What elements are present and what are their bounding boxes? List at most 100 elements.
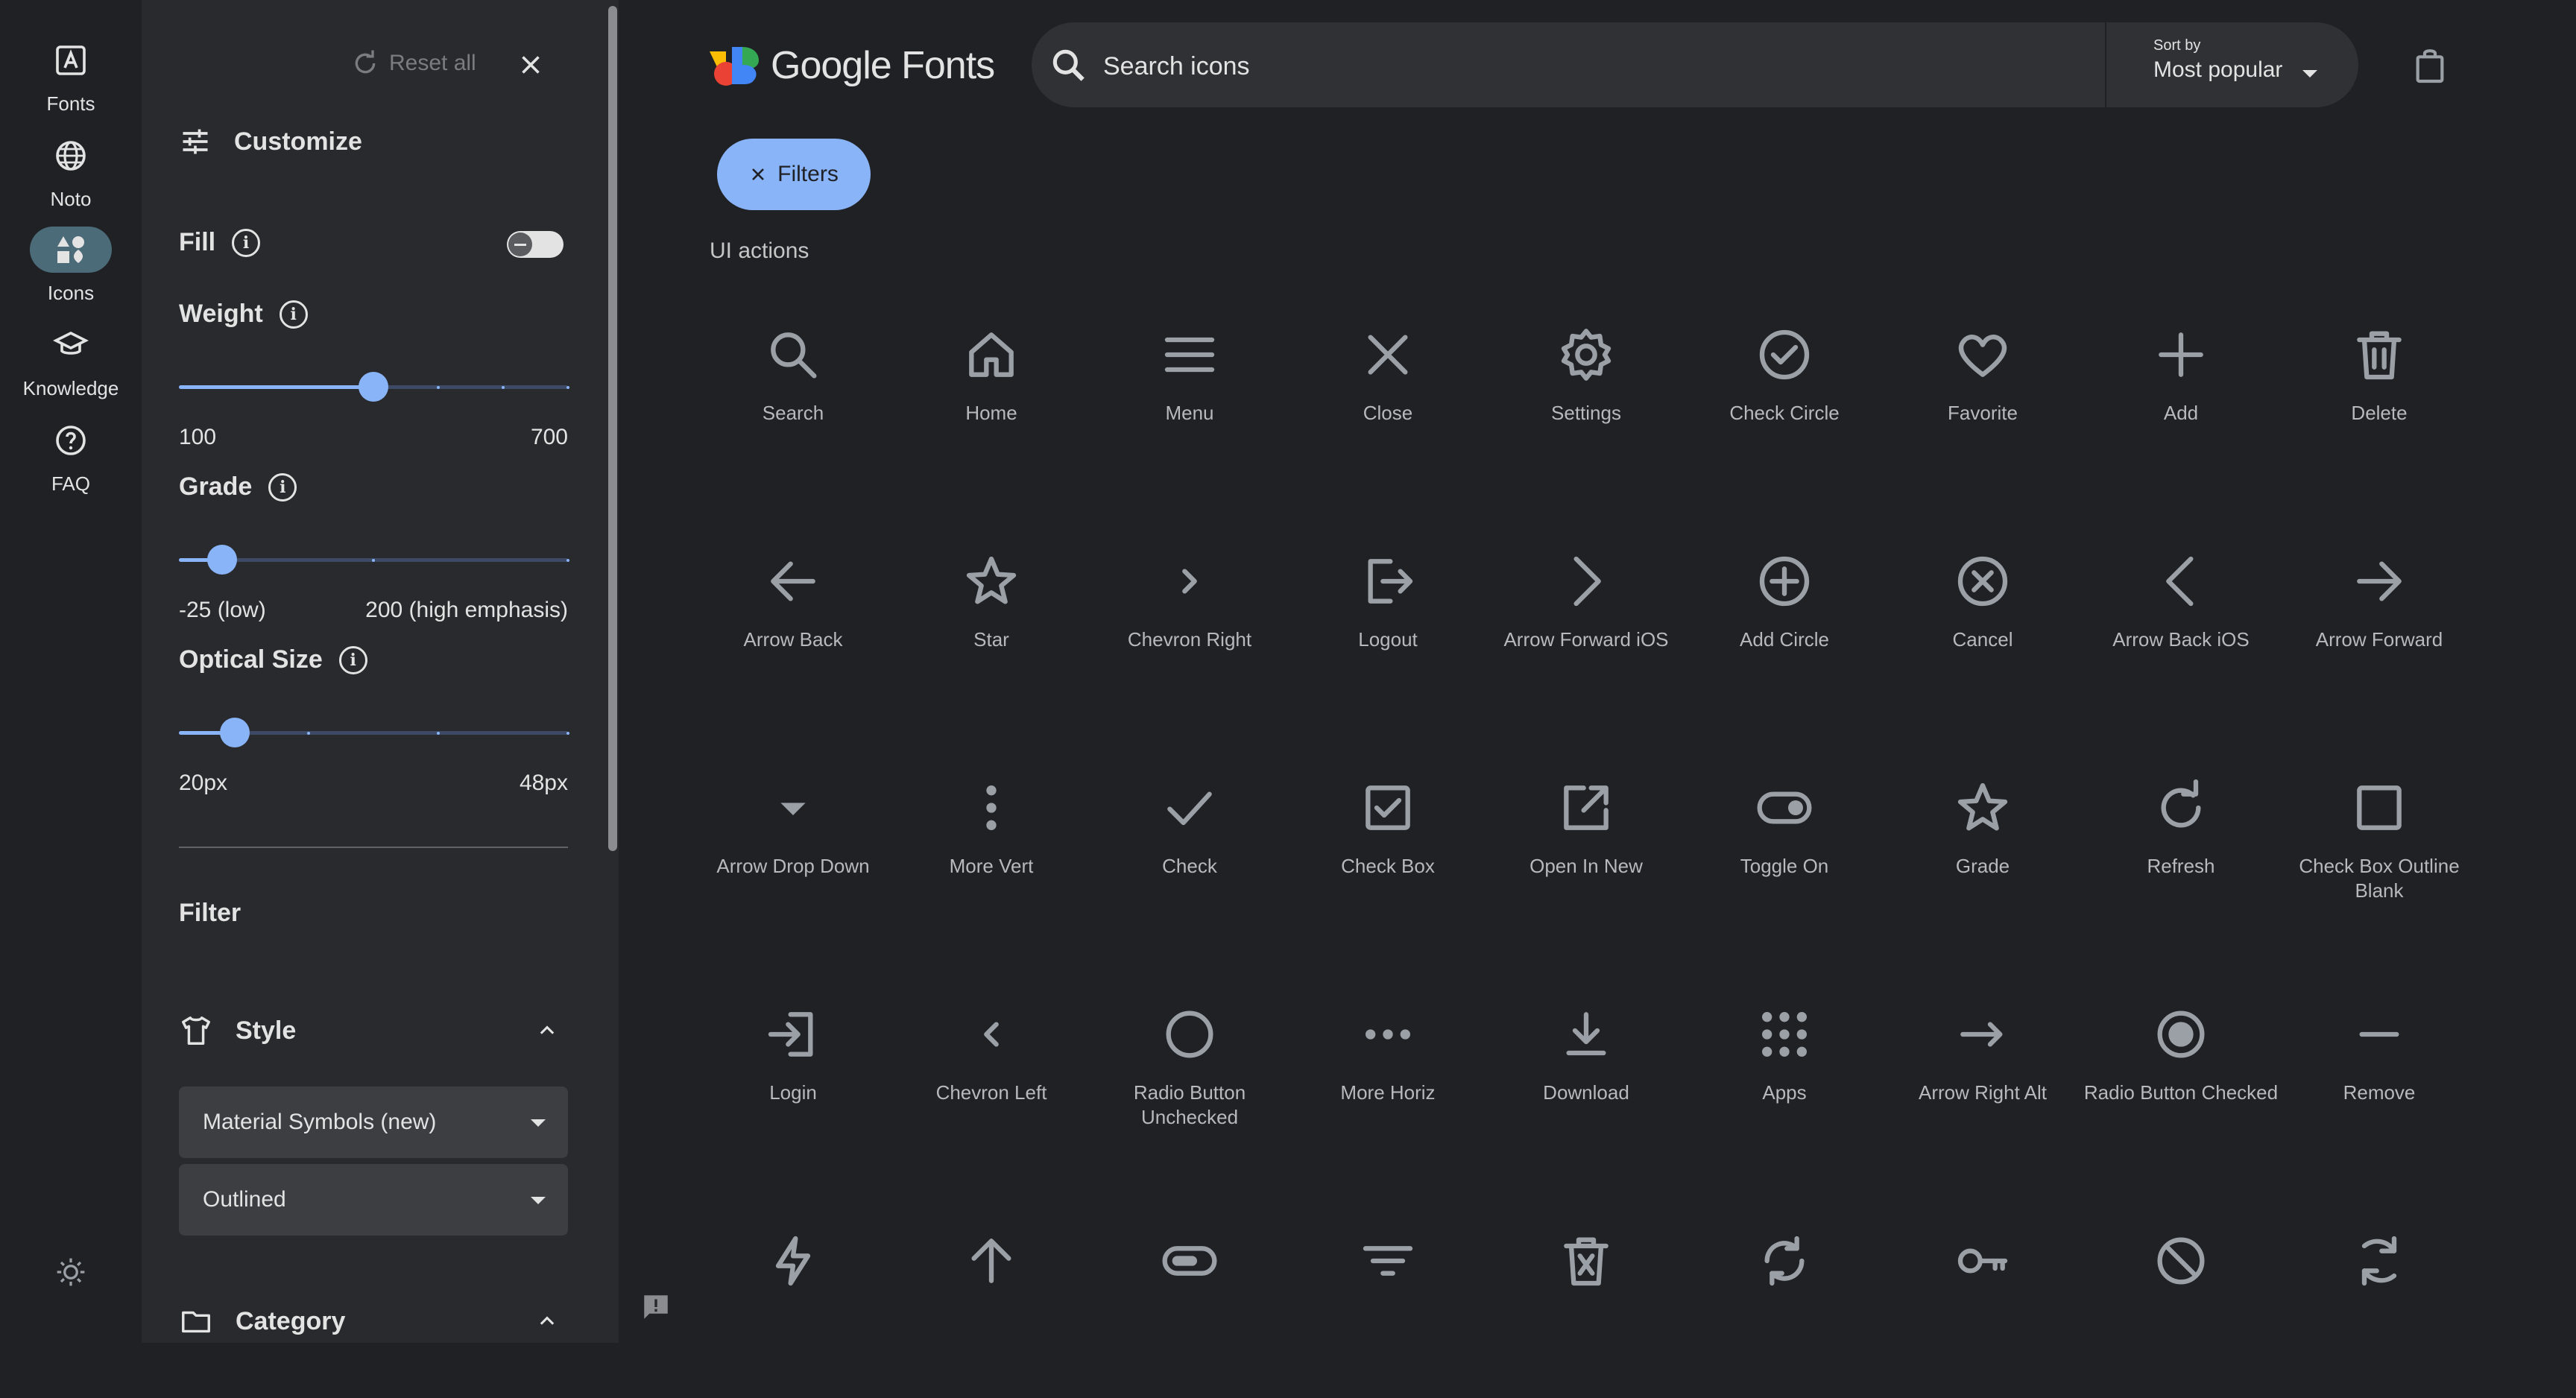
icon-tile[interactable]: Cancel	[1885, 525, 2080, 718]
icon-tile[interactable]: Add Circle	[1687, 525, 1882, 718]
category-section-header[interactable]: Category	[179, 1304, 345, 1338]
icon-tile[interactable]	[1092, 1204, 1287, 1398]
slider-tick	[307, 732, 310, 735]
icon-tile[interactable]: Grade	[1885, 751, 2080, 945]
icon-tile[interactable]	[695, 1204, 891, 1398]
icon-tile[interactable]: Settings	[1489, 298, 1684, 492]
icon-tile[interactable]	[1885, 1204, 2080, 1398]
icon-tile[interactable]: Open In New	[1489, 751, 1684, 945]
google-fonts-logo[interactable]: Google Fonts	[710, 43, 995, 88]
icon-tile[interactable]: Check Circle	[1687, 298, 1882, 492]
reset-all-button[interactable]: Reset all	[350, 45, 476, 82]
rail-item-knowledge[interactable]: Knowledge	[0, 322, 142, 411]
search-icon[interactable]	[1048, 45, 1090, 86]
icon-tile[interactable]: Arrow Forward iOS	[1489, 525, 1684, 718]
icon-tile[interactable]: Star	[894, 525, 1089, 718]
icon-tile[interactable]	[2282, 1204, 2477, 1398]
arrow-forward-ios-icon	[1573, 556, 1601, 607]
icon-tile[interactable]: Logout	[1290, 525, 1486, 718]
style-variant-select[interactable]: Outlined	[179, 1164, 568, 1236]
icon-tile[interactable]: Remove	[2282, 978, 2477, 1171]
optical-size-slider[interactable]	[179, 714, 569, 751]
panel-scrollbar[interactable]	[608, 6, 617, 851]
feedback-icon[interactable]	[638, 1289, 674, 1325]
rail-item-faq[interactable]: FAQ	[0, 417, 142, 507]
icon-name: Logout	[1358, 628, 1418, 651]
info-icon[interactable]: i	[232, 228, 261, 257]
sort-select[interactable]: Sort by Most popular	[2153, 37, 2355, 94]
chevron-up-icon[interactable]	[537, 1019, 558, 1040]
icon-tile[interactable]: Search	[695, 298, 891, 492]
refresh-icon	[355, 50, 376, 74]
icon-name: Menu	[1165, 402, 1214, 424]
icon-tile[interactable]: Chevron Left	[894, 978, 1089, 1171]
style-family-select[interactable]: Material Symbols (new)	[179, 1087, 568, 1158]
icon-tile[interactable]: Favorite	[1885, 298, 2080, 492]
slider-tick	[372, 559, 375, 562]
icon-tile[interactable]: More Horiz	[1290, 978, 1486, 1171]
icon-tile[interactable]: Arrow Back iOS	[2083, 525, 2279, 718]
icon-tile[interactable]: Apps	[1687, 978, 1882, 1171]
icon-tile[interactable]: More Vert	[894, 751, 1089, 945]
icon-tile[interactable]: Arrow Right Alt	[1885, 978, 2080, 1171]
close-panel-button[interactable]	[510, 46, 552, 83]
icon-tile[interactable]	[1489, 1204, 1684, 1398]
slider-thumb[interactable]	[219, 718, 250, 747]
rail-item-icons[interactable]: Icons	[0, 227, 142, 316]
icon-tile[interactable]: Refresh	[2083, 751, 2279, 945]
fill-toggle[interactable]	[507, 231, 564, 258]
icon-tile[interactable]: Check	[1092, 751, 1287, 945]
icon-name: Check Circle	[1729, 402, 1840, 424]
grade-min-label: -25 (low)	[179, 598, 266, 622]
icon-tile[interactable]: Close	[1290, 298, 1486, 492]
icon-tile[interactable]: Radio Button Unchecked	[1092, 978, 1287, 1171]
slider-tick	[372, 386, 375, 389]
home-icon	[969, 332, 1014, 377]
icon-tile[interactable]: Home	[894, 298, 1089, 492]
shopping-bag-icon[interactable]	[2409, 45, 2451, 86]
info-icon[interactable]: i	[279, 300, 308, 329]
icon-name: Download	[1543, 1081, 1629, 1104]
folder-icon	[182, 1311, 210, 1333]
icon-tile[interactable]: Chevron Right	[1092, 525, 1287, 718]
style-title: Style	[236, 1016, 297, 1045]
icon-tile[interactable]	[894, 1204, 1089, 1398]
page-scrollbar[interactable]	[2552, 0, 2576, 1343]
icon-tile[interactable]: Menu	[1092, 298, 1287, 492]
icon-tile[interactable]: Download	[1489, 978, 1684, 1171]
icon-name: Add	[2163, 402, 2199, 424]
logo-text: Google Fonts	[771, 44, 995, 87]
rail-item-fonts[interactable]: Fonts	[0, 37, 142, 127]
icon-name: Close	[1363, 402, 1413, 424]
icon-tile[interactable]: Login	[695, 978, 891, 1171]
icon-tile[interactable]: Check Box Outline Blank	[2282, 751, 2477, 945]
icon-tile[interactable]: Toggle On	[1687, 751, 1882, 945]
grade-icon	[1957, 782, 2008, 831]
style-family-value: Material Symbols (new)	[203, 1110, 437, 1134]
rail-item-noto[interactable]: Noto	[0, 133, 142, 222]
icon-tile[interactable]: Add	[2083, 298, 2279, 492]
icon-tile[interactable]: Arrow Forward	[2282, 525, 2477, 718]
slider-thumb[interactable]	[207, 545, 237, 575]
icon-name: Arrow Right Alt	[1919, 1081, 2047, 1104]
search-input[interactable]	[1102, 45, 1925, 88]
icon-tile[interactable]	[1687, 1204, 1882, 1398]
icon-tile[interactable]	[1290, 1204, 1486, 1398]
info-icon[interactable]: i	[268, 472, 297, 502]
icon-tile[interactable]: Delete	[2282, 298, 2477, 492]
info-icon[interactable]: i	[338, 645, 367, 674]
chevron-up-icon[interactable]	[537, 1310, 558, 1331]
icon-tile[interactable]: Check Box	[1290, 751, 1486, 945]
icon-name: Favorite	[1948, 402, 2018, 424]
grade-slider[interactable]	[179, 541, 569, 578]
weight-slider[interactable]	[179, 368, 569, 405]
style-section-header[interactable]: Style	[179, 1013, 296, 1048]
icon-tile[interactable]: Arrow Back	[695, 525, 891, 718]
icon-tile[interactable]	[2083, 1204, 2279, 1398]
partial-44-icon	[2361, 1236, 2397, 1286]
filters-button[interactable]: Filters	[717, 139, 871, 210]
check-circle-icon	[1759, 329, 1810, 380]
icon-tile[interactable]: Arrow Drop Down	[695, 751, 891, 945]
icon-tile[interactable]: Radio Button Checked	[2083, 978, 2279, 1171]
brightness-icon[interactable]	[47, 1248, 95, 1296]
